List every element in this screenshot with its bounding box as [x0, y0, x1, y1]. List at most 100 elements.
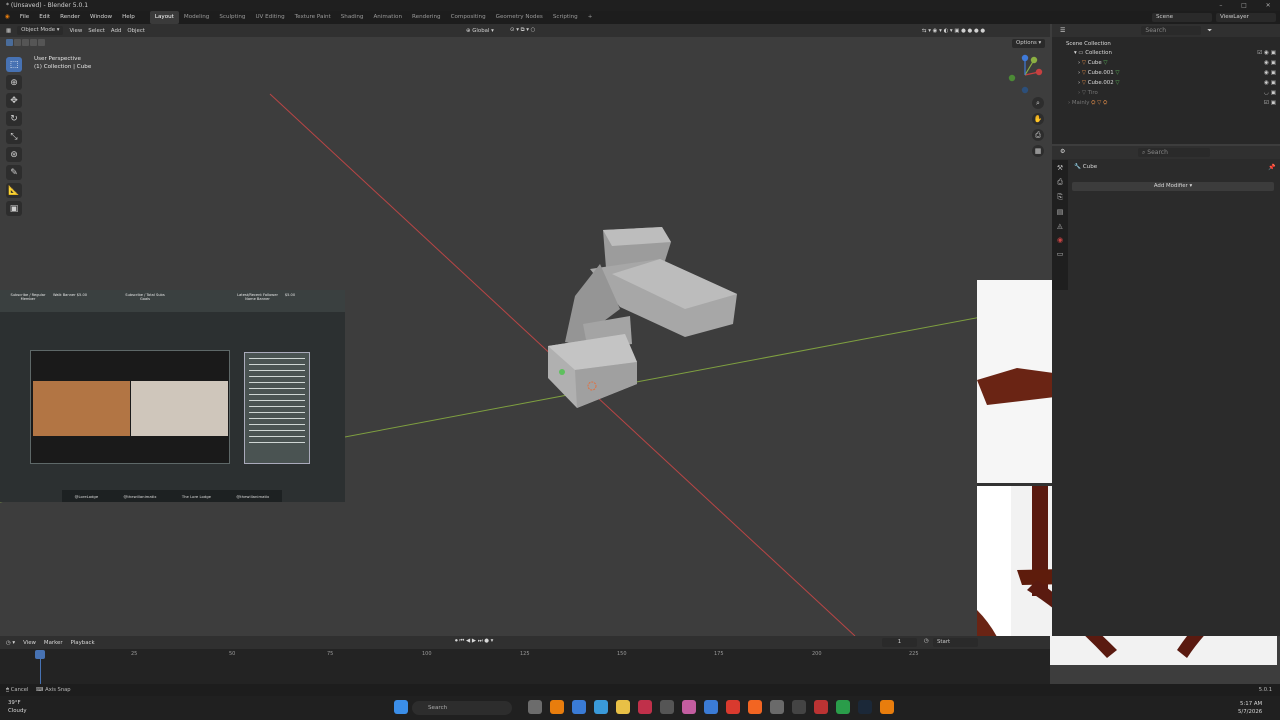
- current-frame-field[interactable]: 1: [882, 638, 917, 647]
- tab-texture-paint[interactable]: Texture Paint: [290, 11, 336, 24]
- window-title: * (Unsaved) - Blender 5.0.1: [6, 2, 89, 9]
- axis-snap-hint: ⌨ Axis Snap: [36, 687, 71, 693]
- menu-render[interactable]: Render: [55, 11, 85, 24]
- app-icon[interactable]: [704, 700, 718, 714]
- menu-marker[interactable]: Marker: [44, 640, 63, 646]
- editor-type-icon[interactable]: ☰: [1060, 27, 1065, 34]
- start-frame-field[interactable]: Start: [933, 638, 978, 647]
- pan-hand-icon[interactable]: ✋: [1032, 113, 1044, 125]
- social-handle: @thewillanimatix: [123, 493, 157, 499]
- windows-start-icon[interactable]: [394, 700, 408, 714]
- app-icon[interactable]: [660, 700, 674, 714]
- visibility-icons[interactable]: ◉ ▣: [1264, 58, 1276, 68]
- outliner-item-cube-002[interactable]: › ▽ Cube.002 ▽ ◉ ▣: [1052, 78, 1280, 88]
- viewport-nav-buttons: ⌕ ✋ ⎙ ▦: [1032, 97, 1044, 157]
- visibility-icons[interactable]: ◡ ▣: [1264, 88, 1276, 98]
- app-icon[interactable]: [682, 700, 696, 714]
- collection-tab-icon[interactable]: ▭: [1057, 250, 1064, 258]
- taskbar-search-input[interactable]: Search: [412, 701, 512, 715]
- tool-tab-icon[interactable]: ⚒: [1057, 164, 1063, 172]
- edge-icon[interactable]: [572, 700, 586, 714]
- tab-modeling[interactable]: Modeling: [179, 11, 214, 24]
- app-icon[interactable]: [638, 700, 652, 714]
- task-view-icon[interactable]: [528, 700, 542, 714]
- app-icon[interactable]: [814, 700, 828, 714]
- tab-sculpting[interactable]: Sculpting: [214, 11, 250, 24]
- clock[interactable]: 5:17 AM 5/7/2026: [1238, 700, 1262, 716]
- outliner-item-collection-2[interactable]: › Mainly ⛭ ▽ ⛭ ☑ ▣: [1052, 98, 1280, 108]
- playback-controls[interactable]: ⏺ ⏮ ◀ ▶ ⏭ ● ▾: [455, 638, 493, 645]
- scene-selector[interactable]: Scene: [1152, 13, 1212, 22]
- frame-tick: 50: [229, 651, 236, 657]
- app-icon[interactable]: [770, 700, 784, 714]
- webcam-frame: [30, 350, 230, 464]
- visibility-icons[interactable]: ◉ ▣: [1264, 68, 1276, 78]
- outliner-item-hidden[interactable]: › ▽ Tiro ◡ ▣: [1052, 88, 1280, 98]
- grid-toggle-icon[interactable]: ▦: [1032, 145, 1044, 157]
- version-label: 5.0.1: [1258, 687, 1272, 693]
- menu-window[interactable]: Window: [85, 11, 117, 24]
- menu-file[interactable]: File: [15, 11, 34, 24]
- brave-icon[interactable]: [748, 700, 762, 714]
- pin-icon[interactable]: 📌: [1268, 164, 1275, 171]
- frame-tick: 125: [520, 651, 530, 657]
- maximize-icon[interactable]: □: [1241, 0, 1247, 11]
- output-tab-icon[interactable]: ⎘: [1057, 193, 1063, 202]
- store-icon[interactable]: [594, 700, 608, 714]
- properties-header: ⚙ ⌕ Search: [1052, 146, 1280, 159]
- world-tab-icon[interactable]: ◉: [1057, 236, 1063, 244]
- menu-help[interactable]: Help: [117, 11, 140, 24]
- explorer-icon[interactable]: [616, 700, 630, 714]
- tab-uv-editing[interactable]: UV Editing: [250, 11, 289, 24]
- tab-shading[interactable]: Shading: [336, 11, 369, 24]
- tab-animation[interactable]: Animation: [368, 11, 407, 24]
- xbox-icon[interactable]: [836, 700, 850, 714]
- visibility-icons[interactable]: ◉ ▣: [1264, 78, 1276, 88]
- webcam-person-left: [33, 381, 130, 436]
- blender-logo-icon[interactable]: ◉: [0, 11, 15, 24]
- tab-scripting[interactable]: Scripting: [548, 11, 583, 24]
- object-origin-dot: [559, 369, 565, 375]
- status-bar: 🖱 Cancel ⌨ Axis Snap 5.0.1: [0, 684, 1280, 696]
- camera-view-icon[interactable]: ⎙: [1032, 129, 1044, 141]
- tab-rendering[interactable]: Rendering: [407, 11, 446, 24]
- tab-geometry-nodes[interactable]: Geometry Nodes: [491, 11, 548, 24]
- overlay-label: $5.00: [284, 293, 296, 297]
- properties-object-header: 🔧 Cube: [1074, 164, 1098, 170]
- visibility-icons[interactable]: ☑ ▣: [1264, 98, 1276, 108]
- steam-icon[interactable]: [858, 700, 872, 714]
- opera-icon[interactable]: [726, 700, 740, 714]
- tab-layout[interactable]: Layout: [149, 11, 179, 24]
- zoom-icon[interactable]: ⌕: [1032, 97, 1044, 109]
- navigation-gizmo[interactable]: [1004, 54, 1046, 96]
- outliner-item-cube[interactable]: › ▽ Cube ▽ ◉ ▣: [1052, 58, 1280, 68]
- editor-type-icon[interactable]: ◷ ▾: [6, 640, 15, 646]
- viewlayer-selector[interactable]: ViewLayer: [1216, 13, 1276, 22]
- scene-tab-icon[interactable]: ◬: [1057, 222, 1062, 230]
- blender-taskbar-icon[interactable]: [880, 700, 894, 714]
- menu-edit[interactable]: Edit: [34, 11, 55, 24]
- timeline-ruler[interactable]: 25 50 75 100 125 150 175 200 225: [0, 649, 1050, 684]
- add-modifier-button[interactable]: Add Modifier ▾: [1072, 182, 1274, 191]
- filter-icon[interactable]: ⏷: [1207, 27, 1212, 35]
- menu-playback[interactable]: Playback: [71, 640, 95, 646]
- blender-taskbar-icon[interactable]: [550, 700, 564, 714]
- visibility-icons[interactable]: ☑ ◉ ▣: [1257, 48, 1276, 58]
- view-layer-tab-icon[interactable]: ▤: [1057, 208, 1064, 216]
- playhead[interactable]: [35, 650, 45, 659]
- tab-compositing[interactable]: Compositing: [446, 11, 491, 24]
- outliner-collection[interactable]: ▾ ▭ Collection ☑ ◉ ▣: [1052, 48, 1280, 58]
- app-icon[interactable]: [792, 700, 806, 714]
- close-icon[interactable]: ✕: [1266, 0, 1271, 11]
- minimize-icon[interactable]: –: [1219, 0, 1222, 11]
- render-tab-icon[interactable]: ⎙: [1057, 178, 1063, 187]
- properties-search-input[interactable]: ⌕ Search: [1138, 148, 1210, 157]
- menu-view[interactable]: View: [23, 640, 36, 646]
- editor-type-icon[interactable]: ⚙: [1060, 148, 1065, 155]
- outliner-item-cube-001[interactable]: › ▽ Cube.001 ▽ ◉ ▣: [1052, 68, 1280, 78]
- outliner-search-input[interactable]: Search: [1141, 26, 1202, 35]
- top-menubar: ◉ File Edit Render Window Help Layout Mo…: [0, 11, 1280, 24]
- add-workspace-button[interactable]: +: [583, 11, 598, 24]
- frame-tick: 150: [617, 651, 627, 657]
- weather-widget[interactable]: 39°F Cloudy: [8, 699, 27, 715]
